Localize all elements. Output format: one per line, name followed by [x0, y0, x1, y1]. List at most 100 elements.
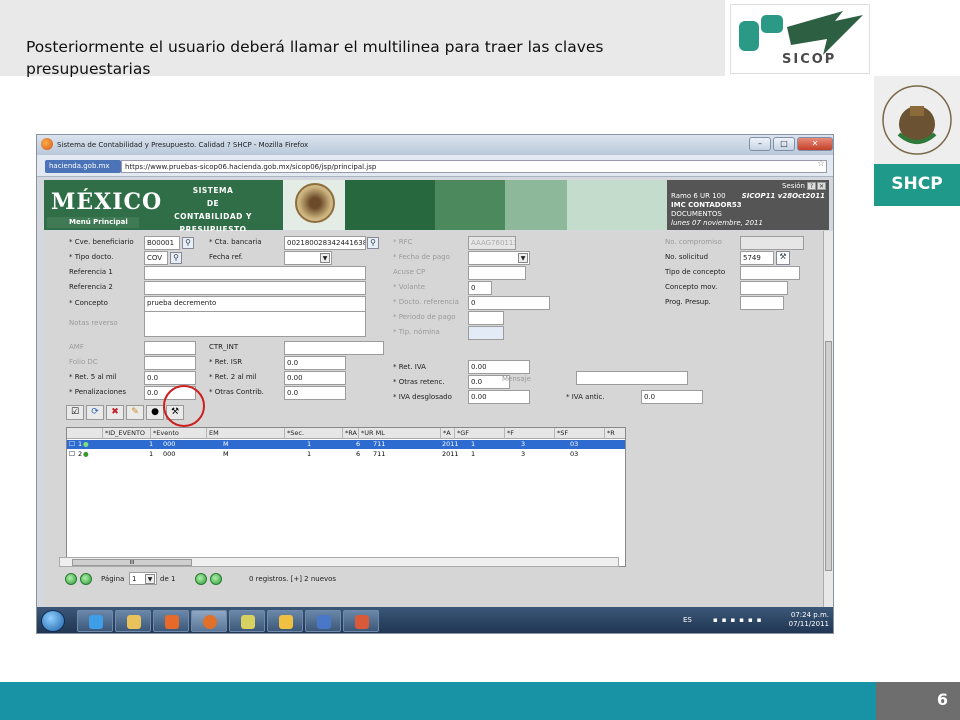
tray-icons[interactable]: ▪▪▪▪▪▪ [713, 616, 765, 624]
page-select[interactable]: 1 ▼ [129, 572, 157, 585]
table-row[interactable]: ☐ 2 ● 1 000 M 1 6 711 2011 1 3 03 [67, 450, 625, 459]
prev-page-button[interactable] [80, 573, 92, 585]
tipo-docto-field[interactable]: COV [144, 251, 168, 265]
site-identity-tag[interactable]: hacienda.gob.mx [45, 160, 121, 173]
fecha-pago-select[interactable]: ▼ [468, 251, 530, 265]
accept-button[interactable]: ☑ [66, 405, 84, 420]
taskbar-explorer[interactable] [115, 610, 151, 632]
close-window-button[interactable]: ✕ [797, 137, 833, 151]
table-row[interactable]: ☐ 1 ● 1 000 M 1 6 711 2011 1 3 03 [67, 440, 625, 449]
cell-sec: 1 [307, 440, 312, 448]
row-checkbox[interactable]: ☐ [69, 440, 75, 449]
delete-button[interactable]: ✖ [106, 405, 124, 420]
help-button[interactable]: ? [807, 182, 816, 190]
row-checkbox[interactable]: ☐ [69, 450, 75, 459]
docto-referencia-label: * Docto. referencia [393, 298, 459, 306]
url-field[interactable]: https://www.pruebas-sicop06.hacienda.gob… [121, 160, 827, 173]
docto-referencia-field[interactable]: 0 [468, 296, 550, 310]
iva-desglosado-field[interactable]: 0.00 [468, 390, 530, 404]
taskbar-remote[interactable] [305, 610, 341, 632]
row-status-icon: ● [83, 440, 89, 448]
last-page-button[interactable] [210, 573, 222, 585]
col-sec[interactable]: *Sec. [285, 428, 343, 439]
col-ur-ml[interactable]: *UR ML [359, 428, 441, 439]
minimize-button[interactable]: – [749, 137, 771, 151]
next-page-button[interactable] [195, 573, 207, 585]
col-ra[interactable]: *RA [343, 428, 359, 439]
mensaje-field[interactable] [576, 371, 688, 385]
taskbar-firefox[interactable] [191, 610, 227, 632]
amf-field[interactable] [144, 341, 196, 355]
first-page-button[interactable] [65, 573, 77, 585]
col-a[interactable]: *A [441, 428, 455, 439]
cve-beneficiario-field[interactable]: B00001 [144, 236, 180, 250]
maximize-button[interactable]: □ [773, 137, 795, 151]
concepto-mov-field[interactable] [740, 281, 788, 295]
acuse-cp-field[interactable] [468, 266, 526, 280]
rfc-field[interactable]: AAAG760113 [468, 236, 516, 250]
col-f[interactable]: *F [505, 428, 555, 439]
folio-dc-field[interactable] [144, 356, 196, 370]
taskbar-powerpoint[interactable] [343, 610, 379, 632]
system-clock[interactable]: 07:24 p.m. 07/11/2011 [789, 611, 829, 629]
ctr-int-field[interactable] [284, 341, 384, 355]
col-id-evento[interactable]: *ID_EVENTO [103, 428, 151, 439]
col-evento[interactable]: *Evento [151, 428, 207, 439]
cta-bancaria-field[interactable]: 002180028342441638 [284, 236, 366, 250]
record-button[interactable]: ● [146, 405, 164, 420]
page-vertical-scrollbar[interactable] [823, 231, 833, 607]
grid-horizontal-scrollbar[interactable]: III [59, 557, 619, 567]
menu-principal-link[interactable]: Menú Principal [47, 217, 139, 228]
page-of-label: de 1 [160, 575, 176, 583]
refresh-button[interactable]: ⟳ [86, 405, 104, 420]
referencia1-field[interactable] [144, 266, 366, 280]
cell-em: M [223, 450, 229, 458]
tip-nomina-field[interactable] [468, 326, 504, 340]
taskbar-outlook[interactable] [267, 610, 303, 632]
notas-reverso-field[interactable] [144, 311, 366, 337]
session-date: lunes 07 noviembre, 2011 [671, 219, 763, 227]
no-compromiso-field[interactable] [740, 236, 804, 250]
col-gf[interactable]: *GF [455, 428, 505, 439]
cell-id-evento: 1 [149, 450, 154, 458]
fecha-ref-select[interactable]: ▼ [284, 251, 332, 265]
multilinea-tool-icon[interactable]: ⚒ [776, 251, 790, 265]
lookup-beneficiario-icon[interactable]: ⚲ [182, 237, 194, 249]
tipo-concepto-field[interactable] [740, 266, 800, 280]
bookmark-star-icon[interactable]: ☆ [817, 159, 825, 169]
ret2-field[interactable]: 0.00 [284, 371, 346, 385]
periodo-pago-field[interactable] [468, 311, 504, 325]
grid-header: *ID_EVENTO *Evento EM *Sec. *RA *UR ML *… [67, 428, 625, 439]
no-solicitud-field[interactable]: 5749 [740, 251, 774, 265]
referencia2-label: Referencia 2 [69, 283, 113, 291]
otras-contrib-field[interactable]: 0.0 [284, 386, 346, 400]
start-button[interactable] [41, 610, 65, 632]
col-em[interactable]: EM [207, 428, 285, 439]
cell-evento: 000 [163, 450, 176, 458]
volante-label: * Volante [393, 283, 425, 291]
col-sf[interactable]: *SF [555, 428, 605, 439]
taskbar-media[interactable] [153, 610, 189, 632]
language-indicator[interactable]: ES [683, 616, 692, 624]
edit-button[interactable]: ✎ [126, 405, 144, 420]
col-r[interactable]: *R [605, 428, 625, 439]
scroll-thumb[interactable]: III [72, 559, 192, 566]
pagination-bar: Página 1 ▼ de 1 0 registros. [+] 2 nuevos [59, 571, 619, 587]
ret-isr-field[interactable]: 0.0 [284, 356, 346, 370]
referencia2-field[interactable] [144, 281, 366, 295]
taskbar-messenger[interactable] [229, 610, 265, 632]
prog-presup-field[interactable] [740, 296, 784, 310]
lookup-cuenta-icon[interactable]: ⚲ [367, 237, 379, 249]
ret-iva-field[interactable]: 0.00 [468, 360, 530, 374]
ret5-field[interactable]: 0.0 [144, 371, 196, 385]
session-close-button[interactable]: ✕ [817, 182, 826, 190]
vscroll-thumb[interactable] [825, 341, 832, 571]
iva-antic-field[interactable]: 0.0 [641, 390, 703, 404]
taskbar-ie[interactable] [77, 610, 113, 632]
lookup-tipo-docto-icon[interactable]: ⚲ [170, 252, 182, 264]
cell-ra: 6 [356, 440, 361, 448]
iva-desglosado-label: * IVA desglosado [393, 393, 452, 401]
acuse-cp-label: Acuse CP [393, 268, 426, 276]
cell-sf: 03 [570, 450, 579, 458]
volante-field[interactable]: 0 [468, 281, 492, 295]
